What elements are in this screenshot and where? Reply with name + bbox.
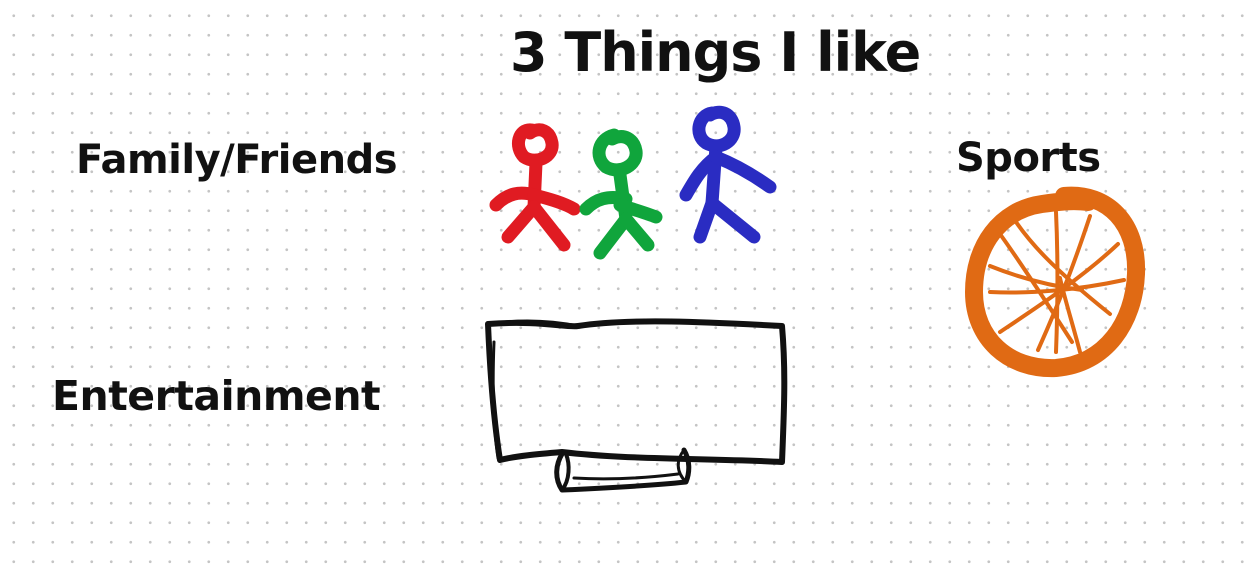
stick-figure-red [489, 123, 581, 252]
sports-label: Sports [956, 135, 1101, 181]
whiteboard-canvas[interactable]: 3 Things I like Family/Friends Sports En… [0, 0, 1249, 573]
board-title: 3 Things I like [510, 21, 921, 84]
tv-drawing [485, 318, 788, 493]
stick-figure-green [579, 128, 663, 260]
stick-figure-blue [679, 105, 777, 244]
stick-figures-drawing [489, 105, 777, 260]
family-friends-label: Family/Friends [76, 137, 398, 183]
entertainment-label: Entertainment [52, 372, 381, 420]
basketball-drawing [965, 186, 1146, 378]
